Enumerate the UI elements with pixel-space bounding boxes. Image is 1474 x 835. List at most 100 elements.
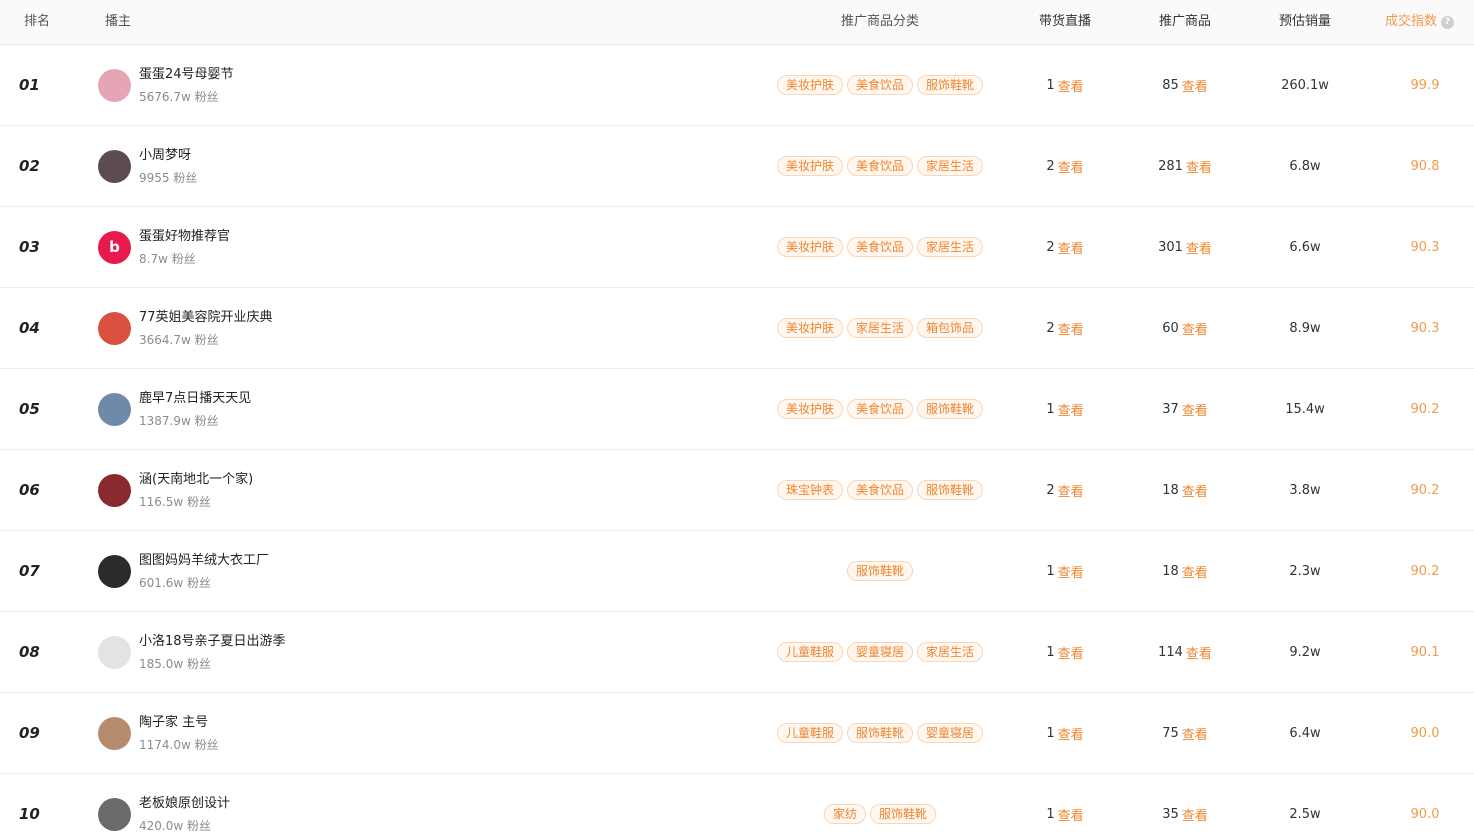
- live-view-link[interactable]: 查看: [1058, 562, 1084, 581]
- table-row[interactable]: 09 陶子家 主号 1174.0w 粉丝 儿童鞋服 服饰鞋靴 婴童寝居 1 查看 75…: [0, 693, 1474, 774]
- category-tag[interactable]: 珠宝钟表: [776, 480, 843, 500]
- goods-count: 75 查看: [1145, 693, 1225, 773]
- category-tag[interactable]: 服饰鞋靴: [870, 804, 937, 824]
- host-name[interactable]: 蛋蛋24号母婴节: [139, 66, 234, 84]
- live-view-link[interactable]: 查看: [1058, 76, 1084, 95]
- goods-view-link[interactable]: 查看: [1182, 562, 1208, 581]
- live-count-value: 1: [1046, 77, 1055, 93]
- estimated-sales: 6.4w: [1289, 725, 1321, 741]
- host-name[interactable]: 小洛18号亲子夏日出游季: [139, 633, 286, 651]
- avatar[interactable]: [98, 392, 131, 426]
- category-tag[interactable]: 美妆护肤: [776, 318, 843, 338]
- live-view-link[interactable]: 查看: [1058, 481, 1084, 500]
- host-name[interactable]: 小周梦呀: [139, 147, 191, 165]
- host-info: 小周梦呀 9955 粉丝: [139, 126, 197, 206]
- help-icon[interactable]: ?: [1441, 16, 1455, 29]
- category-tag[interactable]: 美食饮品: [846, 237, 913, 257]
- live-count-value: 2: [1046, 320, 1055, 336]
- estimated-sales: 6.6w: [1289, 239, 1321, 255]
- category-tag[interactable]: 服饰鞋靴: [846, 561, 913, 581]
- host-name[interactable]: 蛋蛋好物推荐官: [139, 228, 230, 246]
- goods-view-link[interactable]: 查看: [1186, 157, 1212, 176]
- category-tag[interactable]: 婴童寝居: [846, 642, 913, 662]
- table-row[interactable]: 10 老板娘原创设计 420.0w 粉丝 家纺 服饰鞋靴 1 查看 35 查看 2.5…: [0, 774, 1474, 835]
- goods-view-link[interactable]: 查看: [1182, 481, 1208, 500]
- table-row[interactable]: 03 b 蛋蛋好物推荐官 8.7w 粉丝 美妆护肤 美食饮品 家居生活 2 查看 30…: [0, 207, 1474, 288]
- table-row[interactable]: 06 涵(天南地北一个家) 116.5w 粉丝 珠宝钟表 美食饮品 服饰鞋靴 2 查看…: [0, 450, 1474, 531]
- category-tag[interactable]: 美食饮品: [846, 75, 913, 95]
- table-body: 01 蛋蛋24号母婴节 5676.7w 粉丝 美妆护肤 美食饮品 服饰鞋靴 1 查看 …: [0, 45, 1474, 835]
- header-sales: 预估销量: [1278, 14, 1331, 29]
- goods-view-link[interactable]: 查看: [1182, 76, 1208, 95]
- goods-count-value: 75: [1162, 725, 1179, 741]
- category-tag[interactable]: 箱包饰品: [917, 318, 984, 338]
- category-tag[interactable]: 家居生活: [917, 642, 984, 662]
- goods-view-link[interactable]: 查看: [1186, 643, 1212, 662]
- category-tag[interactable]: 家居生活: [917, 156, 984, 176]
- host-name[interactable]: 老板娘原创设计: [139, 795, 230, 813]
- table-row[interactable]: 07 图图妈妈羊绒大衣工厂 601.6w 粉丝 服饰鞋靴 1 查看 18 查看 2.…: [0, 531, 1474, 612]
- live-view-link[interactable]: 查看: [1058, 157, 1084, 176]
- table-row[interactable]: 02 小周梦呀 9955 粉丝 美妆护肤 美食饮品 家居生活 2 查看 281 查看 6…: [0, 126, 1474, 207]
- category-tag[interactable]: 美食饮品: [846, 480, 913, 500]
- live-count: 1 查看: [1025, 45, 1105, 125]
- live-count: 1 查看: [1025, 531, 1105, 611]
- table-row[interactable]: 01 蛋蛋24号母婴节 5676.7w 粉丝 美妆护肤 美食饮品 服饰鞋靴 1 查看 …: [0, 45, 1474, 126]
- deal-index: 90.3: [1410, 320, 1440, 336]
- category-tag[interactable]: 家居生活: [917, 237, 984, 257]
- avatar[interactable]: [98, 716, 131, 750]
- avatar[interactable]: [98, 311, 131, 345]
- category-tag[interactable]: 美妆护肤: [776, 399, 843, 419]
- host-info: 老板娘原创设计 420.0w 粉丝: [139, 774, 230, 835]
- estimated-sales: 15.4w: [1285, 401, 1325, 417]
- live-view-link[interactable]: 查看: [1058, 319, 1084, 338]
- avatar[interactable]: [98, 473, 131, 507]
- category-tag[interactable]: 服饰鞋靴: [917, 75, 984, 95]
- live-view-link[interactable]: 查看: [1058, 724, 1084, 743]
- host-name[interactable]: 陶子家 主号: [139, 714, 208, 732]
- estimated-sales: 3.8w: [1289, 482, 1321, 498]
- avatar[interactable]: [98, 149, 131, 183]
- host-name[interactable]: 涵(天南地北一个家): [139, 471, 253, 489]
- category-tag[interactable]: 美妆护肤: [776, 75, 843, 95]
- table-row[interactable]: 05 鹿早7点日播天天见 1387.9w 粉丝 美妆护肤 美食饮品 服饰鞋靴 1 查看…: [0, 369, 1474, 450]
- host-info: 陶子家 主号 1174.0w 粉丝: [139, 693, 219, 773]
- category-tag[interactable]: 儿童鞋服: [776, 723, 843, 743]
- category-tag[interactable]: 美妆护肤: [776, 237, 843, 257]
- goods-view-link[interactable]: 查看: [1182, 724, 1208, 743]
- category-tag[interactable]: 儿童鞋服: [776, 642, 843, 662]
- avatar[interactable]: b: [98, 230, 131, 264]
- category-tag[interactable]: 婴童寝居: [917, 723, 984, 743]
- avatar[interactable]: [98, 554, 131, 588]
- category-tags: 美妆护肤 美食饮品 家居生活: [770, 126, 990, 206]
- category-tag[interactable]: 家居生活: [846, 318, 913, 338]
- host-name[interactable]: 鹿早7点日播天天见: [139, 390, 251, 408]
- category-tag[interactable]: 服饰鞋靴: [917, 480, 984, 500]
- live-view-link[interactable]: 查看: [1058, 805, 1084, 824]
- category-tag[interactable]: 服饰鞋靴: [917, 399, 984, 419]
- host-name[interactable]: 77英姐美容院开业庆典: [139, 309, 273, 327]
- category-tag[interactable]: 美食饮品: [846, 156, 913, 176]
- goods-count: 114 查看: [1145, 612, 1225, 692]
- table-row[interactable]: 08 小洛18号亲子夏日出游季 185.0w 粉丝 儿童鞋服 婴童寝居 家居生活 1…: [0, 612, 1474, 693]
- goods-view-link[interactable]: 查看: [1186, 238, 1212, 257]
- avatar[interactable]: [98, 797, 131, 831]
- category-tags: 美妆护肤 美食饮品 家居生活: [770, 207, 990, 287]
- goods-view-link[interactable]: 查看: [1182, 319, 1208, 338]
- live-view-link[interactable]: 查看: [1058, 238, 1084, 257]
- avatar[interactable]: [98, 68, 131, 102]
- host-info: 小洛18号亲子夏日出游季 185.0w 粉丝: [139, 612, 286, 692]
- category-tag[interactable]: 家纺: [823, 804, 866, 824]
- estimated-sales: 2.3w: [1289, 563, 1321, 579]
- table-row[interactable]: 04 77英姐美容院开业庆典 3664.7w 粉丝 美妆护肤 家居生活 箱包饰品 2…: [0, 288, 1474, 369]
- goods-view-link[interactable]: 查看: [1182, 400, 1208, 419]
- host-fans: 3664.7w 粉丝: [139, 333, 219, 347]
- avatar[interactable]: [98, 635, 131, 669]
- host-name[interactable]: 图图妈妈羊绒大衣工厂: [139, 552, 269, 570]
- live-view-link[interactable]: 查看: [1058, 643, 1084, 662]
- goods-view-link[interactable]: 查看: [1182, 805, 1208, 824]
- category-tag[interactable]: 美食饮品: [846, 399, 913, 419]
- category-tag[interactable]: 服饰鞋靴: [846, 723, 913, 743]
- category-tag[interactable]: 美妆护肤: [776, 156, 843, 176]
- live-view-link[interactable]: 查看: [1058, 400, 1084, 419]
